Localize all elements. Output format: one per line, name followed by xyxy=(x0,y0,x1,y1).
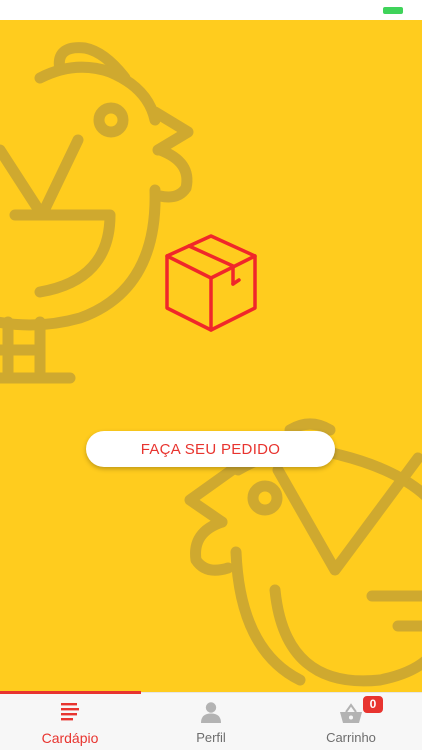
hero-background: FAÇA SEU PEDIDO xyxy=(0,20,422,692)
tab-perfil[interactable]: Perfil xyxy=(141,693,281,751)
tab-cardapio[interactable]: Cardápio xyxy=(0,693,140,751)
basket-icon xyxy=(340,703,362,723)
package-box-icon xyxy=(165,234,257,332)
chicken-pattern-illustration xyxy=(0,42,422,687)
status-bar xyxy=(0,0,422,20)
battery-icon xyxy=(383,7,403,14)
tab-carrinho[interactable]: 0 Carrinho xyxy=(281,693,421,751)
place-order-button[interactable]: FAÇA SEU PEDIDO xyxy=(86,431,335,467)
tab-label-carrinho: Carrinho xyxy=(326,730,376,745)
tab-label-cardapio: Cardápio xyxy=(41,730,99,746)
user-icon xyxy=(201,702,221,723)
chicken-illustration-top xyxy=(0,42,194,384)
menu-lines-icon xyxy=(61,703,79,721)
tab-label-perfil: Perfil xyxy=(196,730,226,745)
cart-count-badge: 0 xyxy=(363,696,383,713)
tab-bar: Cardápio Perfil 0 Carrinho xyxy=(0,691,422,751)
